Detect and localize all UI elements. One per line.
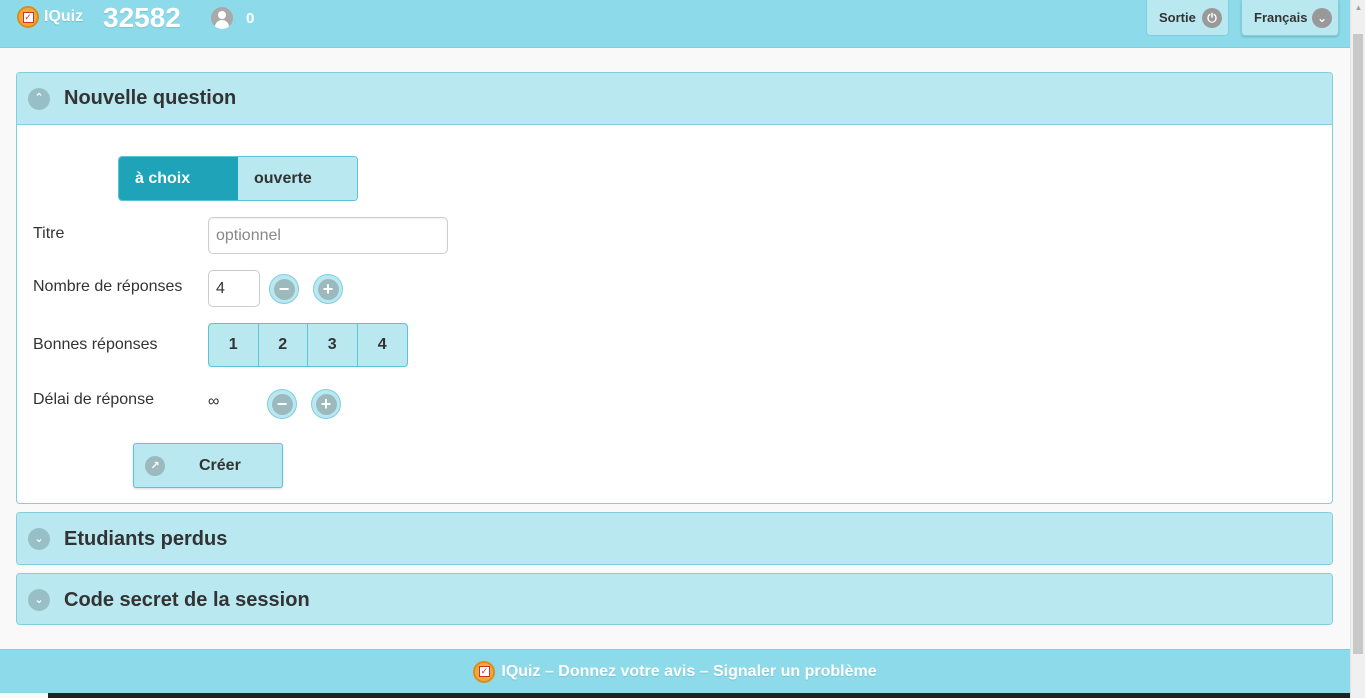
user-count: 0 <box>246 9 255 27</box>
connected-users: 0 <box>211 7 254 29</box>
correct-answer-option[interactable]: 2 <box>259 324 308 366</box>
language-select[interactable]: Français ⌄ <box>1241 0 1339 36</box>
user-icon <box>211 7 233 29</box>
plus-icon: + <box>317 278 339 300</box>
delay-value: ∞ <box>208 393 220 410</box>
delay-label: Délai de réponse <box>33 391 154 408</box>
title-label: Titre <box>33 225 65 242</box>
taskbar-strip <box>48 693 1350 698</box>
language-label: Français <box>1254 10 1308 25</box>
delay-decrement-button[interactable]: − <box>267 389 297 419</box>
scroll-thumb[interactable] <box>1353 34 1363 654</box>
correct-answers-selector: 1 2 3 4 <box>208 323 408 367</box>
minus-icon: − <box>271 393 293 415</box>
chevron-down-icon: ⌄ <box>1312 7 1332 28</box>
correct-answer-option[interactable]: 3 <box>308 324 358 366</box>
minus-icon: − <box>273 278 295 300</box>
type-open-option[interactable]: ouverte <box>238 157 357 200</box>
top-bar: ✓ IQuiz 32582 0 Sortie ⏻ Français ⌄ <box>0 0 1350 48</box>
answer-count-decrement-button[interactable]: − <box>269 274 299 304</box>
chevron-down-icon: ⌄ <box>28 528 50 550</box>
logo-icon: ✓ <box>17 6 39 28</box>
new-question-panel: ⌃ Nouvelle question à choix ouverte Titr… <box>16 72 1333 504</box>
title-input[interactable] <box>208 217 448 254</box>
chevron-down-icon: ⌄ <box>28 589 50 611</box>
app-logo[interactable]: ✓ IQuiz <box>17 6 83 28</box>
scroll-up-icon[interactable]: ▲ <box>1351 0 1365 16</box>
exit-label: Sortie <box>1159 10 1196 25</box>
answer-count-increment-button[interactable]: + <box>313 274 343 304</box>
session-secret-header[interactable]: ⌄ Code secret de la session <box>17 574 1332 624</box>
answer-count-input[interactable] <box>208 270 260 307</box>
share-icon: ↗ <box>145 455 165 476</box>
panel-title: Code secret de la session <box>64 588 310 611</box>
exit-button[interactable]: Sortie ⏻ <box>1146 0 1229 36</box>
create-label: Créer <box>199 456 241 474</box>
type-choice-option[interactable]: à choix <box>119 157 238 200</box>
logo-icon: ✓ <box>473 660 496 683</box>
correct-answers-label: Bonnes réponses <box>33 336 158 353</box>
chevron-up-icon: ⌃ <box>28 87 50 110</box>
session-number: 32582 <box>103 2 181 33</box>
footer: ✓ IQuiz – Donnez votre avis – Signaler u… <box>0 649 1350 693</box>
vertical-scrollbar[interactable]: ▲ <box>1350 0 1365 698</box>
new-question-header[interactable]: ⌃ Nouvelle question <box>17 73 1332 125</box>
correct-answer-option[interactable]: 4 <box>358 324 408 366</box>
lost-students-panel: ⌄ Etudiants perdus <box>16 512 1333 565</box>
panel-title: Etudiants perdus <box>64 527 228 550</box>
correct-answer-option[interactable]: 1 <box>209 324 259 366</box>
question-type-toggle: à choix ouverte <box>118 156 358 201</box>
plus-icon: + <box>315 393 337 415</box>
app-name: IQuiz <box>44 8 84 25</box>
power-icon: ⏻ <box>1202 7 1222 28</box>
panel-title: Nouvelle question <box>64 87 237 109</box>
create-button[interactable]: ↗ Créer <box>133 443 283 488</box>
lost-students-header[interactable]: ⌄ Etudiants perdus <box>17 513 1332 564</box>
answer-count-label: Nombre de réponses <box>33 278 183 295</box>
session-secret-panel: ⌄ Code secret de la session <box>16 573 1333 625</box>
footer-links[interactable]: IQuiz – Donnez votre avis – Signaler un … <box>501 663 876 681</box>
delay-increment-button[interactable]: + <box>311 389 341 419</box>
